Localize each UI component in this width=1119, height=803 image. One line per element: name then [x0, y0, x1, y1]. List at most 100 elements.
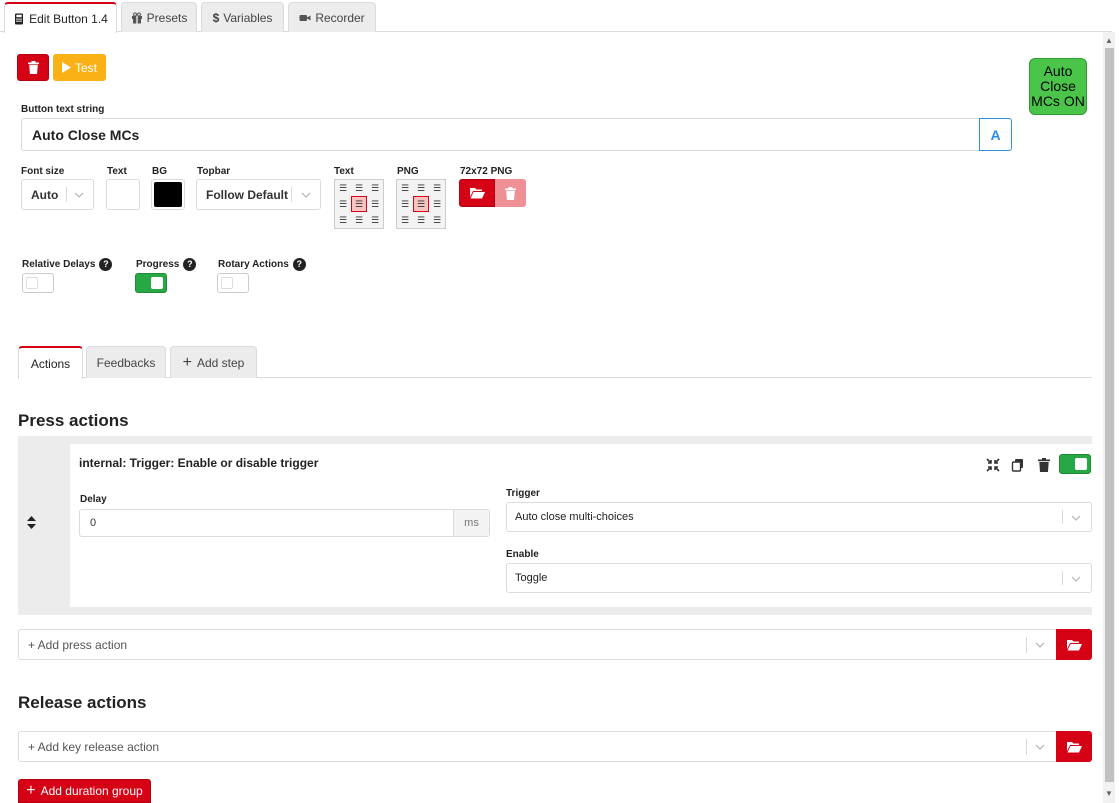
add-press-action-select[interactable]: + Add press action: [18, 629, 1057, 660]
tab-label: Edit Button 1.4: [29, 11, 108, 26]
font-size-select[interactable]: Auto: [21, 179, 94, 210]
expression-toggle-label: A: [990, 126, 1001, 143]
delete-button[interactable]: [17, 54, 49, 81]
align-bottom-center-icon[interactable]: ☰: [351, 212, 367, 228]
select-separator: [291, 187, 292, 202]
png-align-label: PNG: [397, 166, 419, 177]
tab-presets[interactable]: Presets: [121, 2, 197, 32]
topbar-value: Follow Default: [206, 188, 288, 202]
play-icon: [61, 62, 71, 73]
align-middle-right-icon[interactable]: ☰: [367, 196, 383, 212]
tab-label: Presets: [146, 10, 188, 25]
tab-actions[interactable]: Actions: [18, 346, 83, 379]
select-separator: [66, 187, 67, 202]
test-button[interactable]: Test: [53, 54, 106, 81]
select-separator: [1062, 510, 1063, 524]
align-top-center-icon[interactable]: ☰: [351, 180, 367, 196]
text-color-swatch[interactable]: [106, 179, 140, 210]
add-duration-group-button[interactable]: + Add duration group: [18, 779, 151, 803]
button-text-input[interactable]: Auto Close MCs: [21, 118, 980, 151]
bg-color-swatch[interactable]: [151, 179, 185, 210]
trigger-label: Trigger: [506, 488, 540, 499]
progress-toggle[interactable]: [135, 273, 167, 293]
tab-edit-button[interactable]: Edit Button 1.4: [4, 2, 117, 33]
add-press-action-placeholder: + Add press action: [28, 637, 128, 652]
align-top-left-icon[interactable]: ☰: [335, 180, 351, 196]
png-upload-button[interactable]: [459, 179, 495, 207]
button-text-value: Auto Close MCs: [32, 127, 140, 143]
folder-open-icon: [469, 188, 485, 199]
rotary-actions-label: Rotary Actions?: [218, 258, 306, 271]
add-release-action-placeholder: + Add key release action: [28, 739, 160, 754]
toggle-knob: [1075, 458, 1087, 470]
png-clear-button[interactable]: [495, 179, 526, 207]
gift-icon: [131, 12, 142, 23]
plus-icon: +: [26, 782, 36, 799]
tab-label: Feedbacks: [96, 355, 156, 370]
align-bottom-right-icon[interactable]: ☰: [367, 212, 383, 228]
align-middle-right-icon[interactable]: ☰: [429, 196, 445, 212]
trigger-select[interactable]: Auto close multi-choices: [506, 502, 1092, 532]
png-alignment-grid[interactable]: ☰ ☰ ☰ ☰ ☰ ☰ ☰ ☰ ☰: [396, 179, 446, 229]
scroll-thumb[interactable]: [1105, 48, 1114, 782]
test-label: Test: [74, 60, 97, 75]
add-step-button[interactable]: + Add step: [170, 346, 257, 378]
align-middle-left-icon[interactable]: ☰: [335, 196, 351, 212]
expression-toggle-button[interactable]: A: [979, 118, 1012, 151]
align-center-icon[interactable]: ☰: [351, 196, 367, 212]
toggle-knob: [151, 277, 163, 289]
help-icon[interactable]: ?: [183, 258, 197, 271]
toggle-knob: [221, 277, 233, 289]
select-separator: [1062, 571, 1063, 585]
align-center-icon[interactable]: ☰: [413, 196, 429, 212]
trash-icon: [27, 61, 39, 74]
text-alignment-grid[interactable]: ☰ ☰ ☰ ☰ ☰ ☰ ☰ ☰ ☰: [334, 179, 384, 229]
rotary-actions-text: Rotary Actions: [218, 259, 289, 271]
trigger-value: Auto close multi-choices: [515, 511, 634, 523]
bg-color-fill: [154, 182, 182, 207]
drag-handle-icon[interactable]: [27, 516, 36, 532]
action-body: internal: Trigger: Enable or disable tri…: [70, 444, 1092, 607]
toggle-knob: [26, 277, 38, 289]
browse-press-actions-button[interactable]: [1056, 629, 1092, 660]
chevron-down-icon: [1035, 744, 1045, 750]
press-action-item: internal: Trigger: Enable or disable tri…: [18, 436, 1092, 615]
topbar-label: Topbar: [197, 166, 231, 177]
rotary-actions-toggle[interactable]: [217, 273, 249, 293]
align-top-center-icon[interactable]: ☰: [413, 180, 429, 196]
align-top-right-icon[interactable]: ☰: [367, 180, 383, 196]
relative-delays-label: Relative Delays?: [22, 258, 113, 271]
tab-recorder[interactable]: Recorder: [288, 2, 376, 32]
tab-feedbacks[interactable]: Feedbacks: [86, 346, 166, 378]
progress-text: Progress: [136, 259, 180, 271]
topbar-select[interactable]: Follow Default: [196, 179, 321, 210]
enable-select[interactable]: Toggle: [506, 563, 1092, 593]
collapse-icon[interactable]: [986, 458, 1000, 472]
vertical-scrollbar[interactable]: ▲ ▼: [1103, 32, 1115, 803]
delay-unit-text: ms: [464, 517, 479, 529]
align-bottom-center-icon[interactable]: ☰: [413, 212, 429, 228]
action-enabled-toggle[interactable]: [1059, 454, 1091, 474]
align-bottom-left-icon[interactable]: ☰: [397, 212, 413, 228]
top-tab-bar: Edit Button 1.4 Presets $ Variables Reco…: [0, 0, 1112, 33]
relative-delays-toggle[interactable]: [22, 273, 54, 293]
chevron-down-icon: [1035, 642, 1045, 648]
align-bottom-right-icon[interactable]: ☰: [429, 212, 445, 228]
scroll-down-arrow-icon[interactable]: ▼: [1105, 789, 1113, 799]
add-release-action-select[interactable]: + Add key release action: [18, 731, 1057, 762]
help-icon[interactable]: ?: [99, 258, 113, 271]
align-middle-left-icon[interactable]: ☰: [397, 196, 413, 212]
copy-icon[interactable]: [1011, 458, 1025, 472]
align-top-left-icon[interactable]: ☰: [397, 180, 413, 196]
scroll-up-arrow-icon[interactable]: ▲: [1105, 36, 1113, 46]
align-bottom-left-icon[interactable]: ☰: [335, 212, 351, 228]
browse-release-actions-button[interactable]: [1056, 731, 1092, 762]
action-title: internal: Trigger: Enable or disable tri…: [79, 456, 319, 470]
tab-variables[interactable]: $ Variables: [201, 2, 284, 32]
plus-icon: +: [182, 353, 192, 371]
help-icon[interactable]: ?: [292, 258, 306, 271]
align-top-right-icon[interactable]: ☰: [429, 180, 445, 196]
text-align-label: Text: [334, 166, 354, 177]
delay-input[interactable]: 0 ms: [79, 509, 490, 537]
trash-icon[interactable]: [1037, 458, 1051, 472]
